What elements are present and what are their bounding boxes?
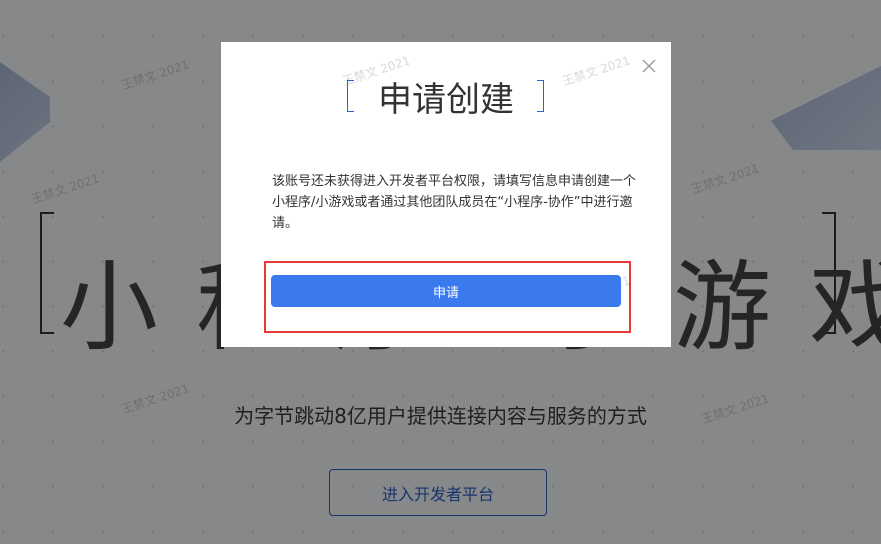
dialog-description: 该账号还未获得进入开发者平台权限，请填写信息申请创建一个小程序/小游戏或者通过其… bbox=[272, 174, 637, 231]
close-icon-glyph bbox=[642, 59, 656, 73]
dialog-title: 申请创建 bbox=[378, 80, 514, 120]
highlight-box bbox=[264, 261, 631, 333]
